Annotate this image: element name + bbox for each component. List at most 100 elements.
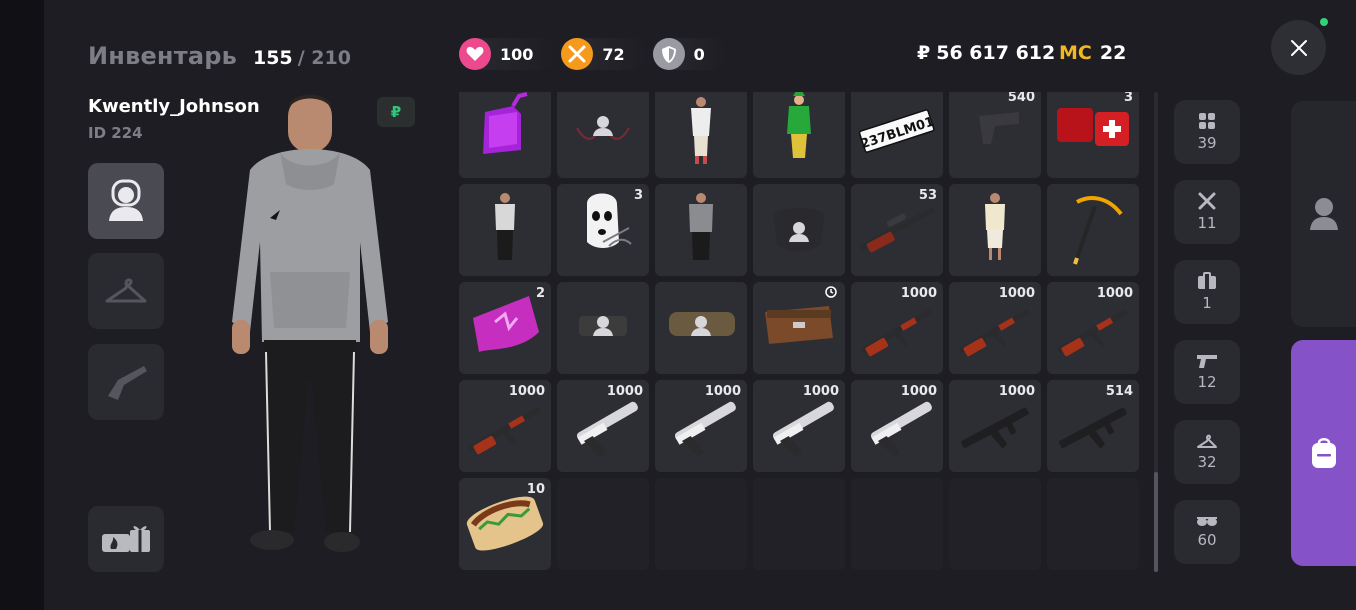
- filter-bags[interactable]: 1: [1174, 260, 1240, 324]
- inventory-slot-outfit-grey[interactable]: [655, 184, 747, 276]
- inventory-slot-empty[interactable]: [949, 478, 1041, 570]
- page-title: Инвентарь: [88, 42, 237, 70]
- item-quantity: 10: [526, 482, 545, 497]
- inventory-slot-license-plate[interactable]: 237BLM01: [851, 92, 943, 178]
- outfit-white-icon: [691, 97, 711, 164]
- empty-placeholder-bag-icon: [773, 208, 825, 252]
- inventory-slot-empty[interactable]: [851, 478, 943, 570]
- item-quantity: 514: [1105, 384, 1133, 399]
- placeholder-belt-icon: [579, 316, 627, 336]
- inventory-slot-medkit[interactable]: 3: [1047, 92, 1139, 178]
- game-screen: Инвентарь 155 / 210 Kwently_Johnson ID 2…: [0, 0, 1356, 610]
- inventory-max: / 210: [297, 47, 351, 69]
- inventory-slot-ak-rifle[interactable]: 1000: [1047, 282, 1139, 374]
- pistol-icon: [108, 366, 147, 400]
- gift-button[interactable]: [88, 506, 164, 572]
- filter-clothes[interactable]: 32: [1174, 420, 1240, 484]
- armor-value: 0: [693, 44, 705, 64]
- money-value: 56 617 612: [936, 42, 1056, 64]
- item-quantity: 1000: [802, 384, 839, 399]
- armor-stat: 0: [652, 38, 727, 70]
- inventory-grid: 237BLM01 540 3 3 53 2 1000 1000 1000 1000 1000 1000…: [459, 92, 1141, 572]
- inventory-slot-ak-rifle[interactable]: 1000: [459, 380, 551, 472]
- close-button[interactable]: [1271, 20, 1326, 75]
- inventory-slot-outfit-light[interactable]: [949, 184, 1041, 276]
- side-tab-backpack[interactable]: [1291, 340, 1356, 566]
- inventory-slot-outfit-white[interactable]: [655, 92, 747, 178]
- inventory-slot-silenced-pistol[interactable]: 1000: [851, 380, 943, 472]
- item-quantity: 1000: [900, 384, 937, 399]
- item-quantity: 1000: [998, 384, 1035, 399]
- status-bar: 100 72 0: [459, 38, 727, 70]
- item-quantity: 2: [535, 286, 545, 301]
- inventory-slot-pink-flag[interactable]: 2: [459, 282, 551, 374]
- hunger-stat: 72: [561, 38, 647, 70]
- side-tab-profile[interactable]: [1291, 101, 1356, 327]
- loot-crate-icon: [765, 286, 837, 344]
- inventory-slot-outfit-elf[interactable]: [753, 92, 845, 178]
- inventory-slot-golden-pickaxe[interactable]: [1047, 184, 1139, 276]
- category-weapons-button[interactable]: [88, 344, 164, 420]
- item-quantity: 1000: [508, 384, 545, 399]
- filter-weapons[interactable]: 12: [1174, 340, 1240, 404]
- item-quantity: 1000: [704, 384, 741, 399]
- item-quantity: 3: [1123, 92, 1133, 105]
- inventory-slot-silenced-pistol[interactable]: 1000: [753, 380, 845, 472]
- outfit-tshirt-icon: [495, 193, 515, 260]
- pistol-icon: [1197, 355, 1217, 368]
- inventory-slot-empty-placeholder-glasses[interactable]: [557, 92, 649, 178]
- inventory-slot-smg[interactable]: 1000: [949, 380, 1041, 472]
- inventory-slot-sniper-rifle[interactable]: 53: [851, 184, 943, 276]
- outfit-grey-icon: [689, 193, 713, 260]
- placeholder-belt-wide-icon: [669, 312, 735, 336]
- filter-count: 12: [1197, 373, 1217, 391]
- inventory-slot-loot-crate[interactable]: [753, 282, 845, 374]
- hunger-value: 72: [602, 44, 625, 64]
- case-icon: [1198, 272, 1216, 289]
- person-icon: [1309, 198, 1338, 230]
- person-icon: [109, 179, 143, 221]
- inventory-slot-ak-rifle[interactable]: 1000: [949, 282, 1041, 374]
- inventory-scrollbar[interactable]: [1154, 92, 1158, 572]
- gift-icon: [102, 526, 150, 552]
- ruble-icon: ₽: [917, 42, 931, 64]
- health-value: 100: [500, 44, 534, 64]
- online-indicator: [1320, 18, 1328, 26]
- inventory-slot-placeholder-belt[interactable]: [557, 282, 649, 374]
- grid-icon: [1199, 113, 1215, 129]
- item-quantity: 3: [633, 188, 643, 203]
- close-icon: [1290, 39, 1307, 56]
- inventory-slot-empty[interactable]: [1047, 478, 1139, 570]
- inventory-slot-silenced-pistol[interactable]: 1000: [557, 380, 649, 472]
- inventory-slot-jerrycan[interactable]: [459, 92, 551, 178]
- inventory-slot-ak-rifle[interactable]: 1000: [851, 282, 943, 374]
- category-character-button[interactable]: [88, 163, 164, 239]
- category-clothes-button[interactable]: [88, 253, 164, 329]
- filter-count: 32: [1197, 453, 1217, 471]
- inventory-slot-empty[interactable]: [557, 478, 649, 570]
- filter-food[interactable]: 11: [1174, 180, 1240, 244]
- inventory-slot-placeholder-belt-wide[interactable]: [655, 282, 747, 374]
- filter-count: 11: [1197, 214, 1217, 232]
- inventory-slot-empty-placeholder-bag[interactable]: [753, 184, 845, 276]
- inventory-slot-outfit-tshirt[interactable]: [459, 184, 551, 276]
- item-quantity: 53: [918, 188, 937, 203]
- inventory-slot-pistol[interactable]: 540: [949, 92, 1041, 178]
- license-plate-icon: 237BLM01: [858, 109, 936, 153]
- money-balance: ₽ 56 617 612: [917, 42, 1055, 64]
- mc-balance: MC 22: [1059, 42, 1126, 64]
- scroll-thumb[interactable]: [1154, 472, 1158, 572]
- filter-count: 60: [1197, 531, 1217, 549]
- inventory-slot-silenced-pistol[interactable]: 1000: [655, 380, 747, 472]
- inventory-slot-empty[interactable]: [655, 478, 747, 570]
- filter-count: 39: [1197, 134, 1217, 152]
- hanger-icon: [105, 278, 147, 303]
- filter-all[interactable]: 39: [1174, 100, 1240, 164]
- inventory-slot-smg[interactable]: 514: [1047, 380, 1139, 472]
- inventory-slot-empty[interactable]: [753, 478, 845, 570]
- inventory-slot-ski-mask[interactable]: 3: [557, 184, 649, 276]
- inventory-slot-shawarma[interactable]: 10: [459, 478, 551, 570]
- shield-icon: [652, 38, 685, 70]
- filter-accessories[interactable]: 60: [1174, 500, 1240, 564]
- heart-icon: [459, 38, 491, 70]
